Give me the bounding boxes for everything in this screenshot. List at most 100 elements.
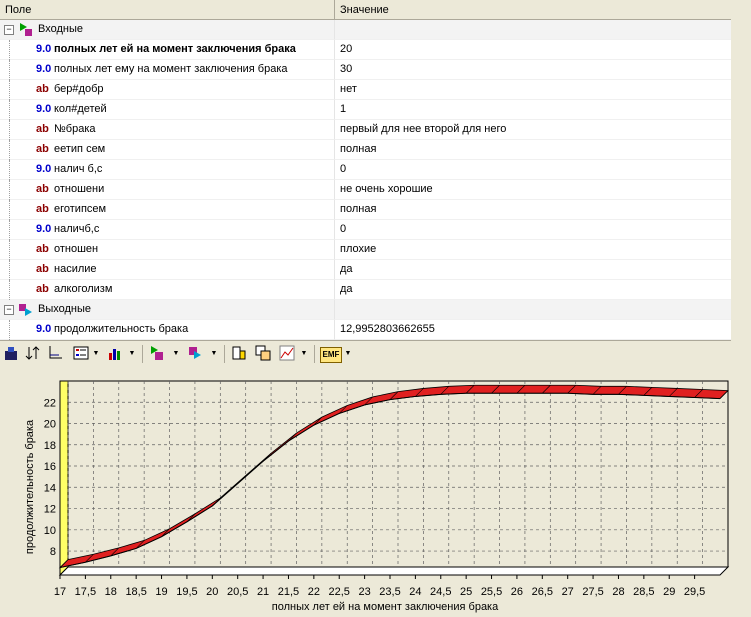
legend-dropdown-icon[interactable]: ▼ <box>92 345 100 363</box>
property-value[interactable]: полная <box>335 200 731 220</box>
property-value[interactable]: плохие <box>335 240 731 260</box>
y-tick-label: 20 <box>44 419 56 431</box>
x-tick-label: 27,5 <box>582 586 603 598</box>
y-tick-label: 18 <box>44 440 56 452</box>
x-tick-label: 29,5 <box>684 586 705 598</box>
collapse-icon[interactable]: − <box>4 305 14 315</box>
property-label: полных лет ему на момент заключения брак… <box>54 63 288 75</box>
property-label: налич б,с <box>54 163 103 175</box>
x-tick-label: 27 <box>562 586 574 598</box>
property-value[interactable]: не очень хорошие <box>335 180 731 200</box>
x-tick-label: 28 <box>612 586 624 598</box>
property-row[interactable]: 9.0 налич б,с 0 <box>0 160 731 180</box>
duplicate-icon[interactable] <box>254 345 272 363</box>
type-badge: 9.0 <box>36 163 52 175</box>
property-value[interactable]: 30 <box>335 60 731 80</box>
x-tick-label: 23 <box>358 586 370 598</box>
y-tick-label: 16 <box>44 461 56 473</box>
line-dropdown-icon[interactable]: ▼ <box>300 345 308 363</box>
x-tick-label: 22,5 <box>329 586 350 598</box>
input-dropdown-icon[interactable]: ▼ <box>172 345 180 363</box>
property-row[interactable]: ab еетип сем полная <box>0 140 731 160</box>
property-label: №брака <box>54 123 96 135</box>
property-value[interactable]: да <box>335 260 731 280</box>
output-select-icon[interactable] <box>186 345 204 363</box>
property-value[interactable]: 0 <box>335 160 731 180</box>
column-header-field[interactable]: Поле <box>0 0 335 20</box>
type-badge: 9.0 <box>36 223 52 235</box>
output-dropdown-icon[interactable]: ▼ <box>210 345 218 363</box>
property-label: бер#добр <box>54 83 104 95</box>
x-tick-label: 17,5 <box>75 586 96 598</box>
axis-icon[interactable] <box>46 345 64 363</box>
property-row[interactable]: ab насилие да <box>0 260 731 280</box>
group-row-inputs[interactable]: − Входные <box>0 20 731 40</box>
property-label: еетип сем <box>54 143 106 155</box>
x-axis-label: полных лет ей на момент заключения брака <box>272 601 499 613</box>
collapse-icon[interactable]: − <box>4 25 14 35</box>
property-value[interactable]: 20 <box>335 40 731 60</box>
property-value[interactable]: нет <box>335 80 731 100</box>
export-emf-icon[interactable]: EMF <box>320 347 342 363</box>
legend-icon[interactable] <box>72 345 90 363</box>
output-group-icon <box>19 304 32 316</box>
type-badge: 9.0 <box>36 323 52 335</box>
property-row[interactable]: 9.0 продолжительность брака 12,99528036626… <box>0 320 731 340</box>
floor <box>58 566 730 576</box>
y-tick-labels: 8 10 12 14 16 18 20 22 <box>44 397 56 558</box>
chart-type-icon[interactable] <box>2 345 20 363</box>
x-tick-label: 28,5 <box>633 586 654 598</box>
property-label: наличб,с <box>54 223 100 235</box>
type-badge: ab <box>36 143 49 155</box>
bar-chart-icon[interactable] <box>106 345 124 363</box>
property-row[interactable]: 9.0 наличб,с 0 <box>0 220 731 240</box>
property-value[interactable]: 1 <box>335 100 731 120</box>
x-tick-label: 29 <box>663 586 675 598</box>
x-tick-label: 18 <box>105 586 117 598</box>
sort-icon[interactable] <box>24 345 42 363</box>
property-row[interactable]: 9.0 полных лет ей на момент заключения бр… <box>0 40 731 60</box>
property-label: еготипсем <box>54 203 107 215</box>
property-row[interactable]: ab отношени не очень хорошие <box>0 180 731 200</box>
x-tick-label: 20 <box>206 586 218 598</box>
x-tick-label: 23,5 <box>379 586 400 598</box>
x-tick-label: 26 <box>511 586 523 598</box>
type-badge: ab <box>36 243 49 255</box>
property-row[interactable]: ab №брака первый для нее второй для него <box>0 120 731 140</box>
type-badge: ab <box>36 183 49 195</box>
emf-dropdown-icon[interactable]: ▼ <box>344 345 352 363</box>
copy-icon[interactable] <box>230 345 248 363</box>
type-badge: ab <box>36 83 49 95</box>
property-label: отношен <box>54 243 99 255</box>
properties-grid: Поле Значение − Входные 9.0 полных лет ей н… <box>0 0 731 341</box>
x-tick-label: 24 <box>409 586 421 598</box>
line-chart-icon[interactable] <box>278 345 296 363</box>
group-row-outputs[interactable]: − Выходные <box>0 300 731 320</box>
property-row[interactable]: ab бер#добр нет <box>0 80 731 100</box>
left-wall <box>59 380 69 577</box>
property-row[interactable]: ab отношен плохие <box>0 240 731 260</box>
type-badge: 9.0 <box>36 63 52 75</box>
property-row[interactable]: ab еготипсем полная <box>0 200 731 220</box>
toolbar-separator <box>314 345 315 363</box>
property-value[interactable]: первый для нее второй для него <box>335 120 731 140</box>
property-label: насилие <box>54 263 97 275</box>
property-row[interactable]: 9.0 полных лет ему на момент заключения б… <box>0 60 731 80</box>
property-row[interactable]: 9.0 кол#детей 1 <box>0 100 731 120</box>
type-badge: 9.0 <box>36 103 52 115</box>
property-label: кол#детей <box>54 103 107 115</box>
property-value[interactable]: 12,9952803662655 <box>335 320 731 340</box>
toolbar-separator <box>142 345 143 363</box>
property-row[interactable]: ab алкоголизм да <box>0 280 731 300</box>
column-header-value[interactable]: Значение <box>335 0 731 20</box>
type-badge: ab <box>36 123 49 135</box>
property-value[interactable]: полная <box>335 140 731 160</box>
property-value[interactable]: да <box>335 280 731 300</box>
property-label: полных лет ей на момент заключения брака <box>54 43 296 55</box>
x-tick-label: 21 <box>257 586 269 598</box>
input-select-icon[interactable] <box>148 345 166 363</box>
property-value[interactable]: 0 <box>335 220 731 240</box>
property-label: отношени <box>54 183 105 195</box>
y-tick-label: 22 <box>44 397 56 409</box>
bar-dropdown-icon[interactable]: ▼ <box>128 345 136 363</box>
